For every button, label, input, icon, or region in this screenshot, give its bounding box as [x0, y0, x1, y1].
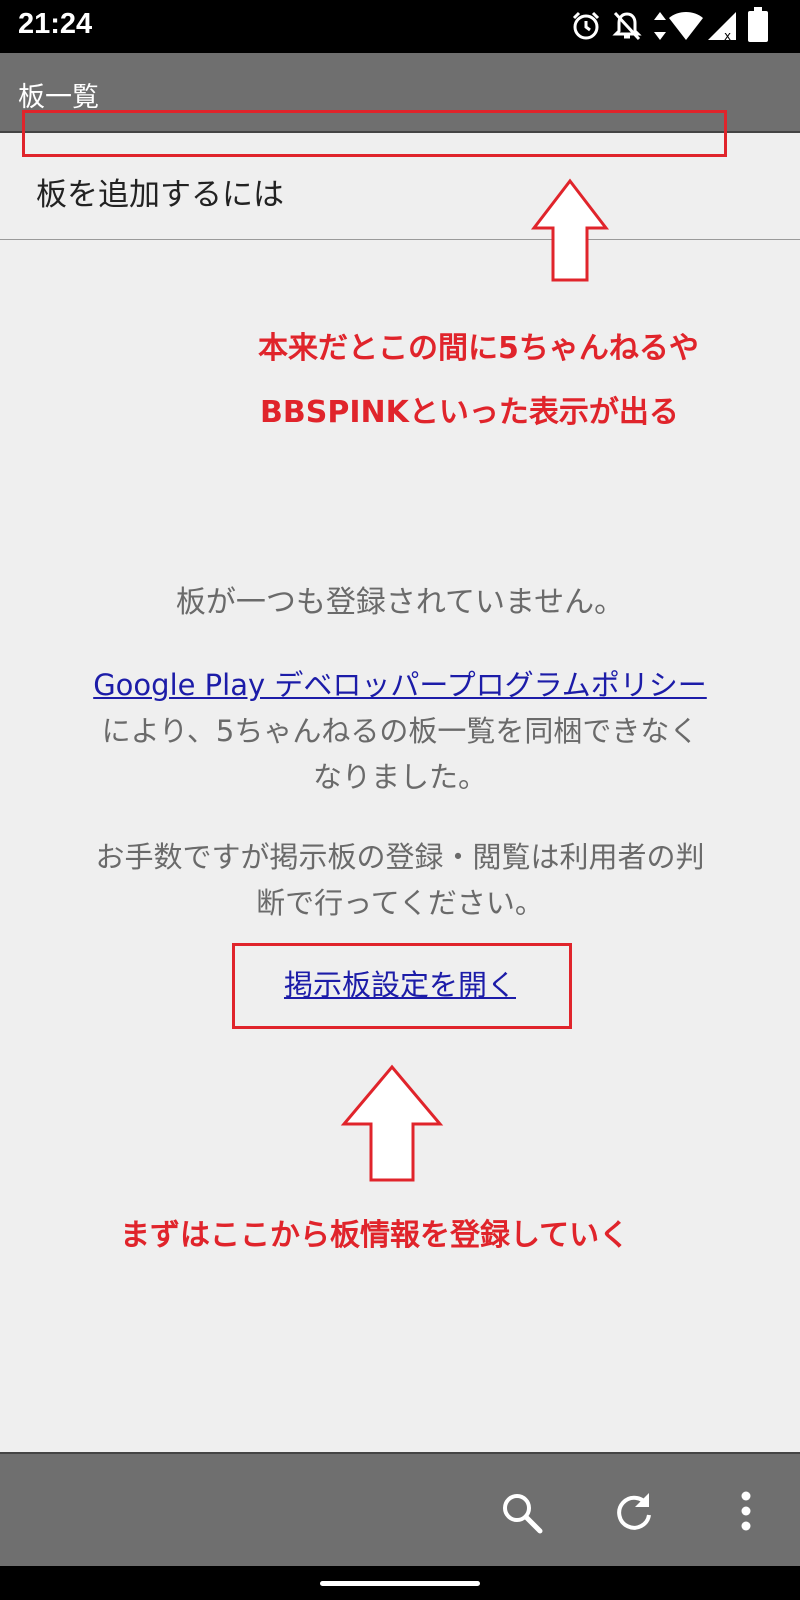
bottom-toolbar [0, 1452, 800, 1568]
status-bar: 21:24 x [0, 0, 800, 53]
policy-text-line2: なりました。 [312, 760, 487, 794]
battery-icon [748, 7, 768, 42]
annotation-up-arrow-bottom [340, 1064, 444, 1182]
clock: 21:24 [18, 8, 93, 40]
annotation-highlight-box-top [22, 110, 727, 157]
notice-text-line1: お手数ですが掲示板の登録・閲覧は利用者の判 [95, 840, 705, 874]
wifi-icon [669, 12, 703, 40]
refresh-icon[interactable] [612, 1489, 656, 1533]
svg-text:x: x [724, 29, 731, 42]
system-nav-bar [0, 1566, 800, 1600]
add-board-label: 板を追加するには [36, 177, 284, 213]
cell-signal-icon: x [708, 12, 736, 42]
open-board-settings-link[interactable]: 掲示板設定を開く [284, 968, 516, 1002]
empty-state-heading: 板が一つも登録されていません。 [175, 585, 625, 620]
data-arrows-icon [654, 12, 666, 40]
policy-link[interactable]: Google Play デベロッパープログラムポリシー [93, 668, 707, 702]
notifications-off-icon [612, 11, 642, 41]
annotation-note-line1: 本来だとこの間に5ちゃんねるや [258, 331, 699, 366]
search-icon[interactable] [500, 1491, 544, 1535]
policy-text-line1: により、5ちゃんねるの板一覧を同梱できなく [101, 714, 699, 748]
more-vert-icon[interactable] [732, 1489, 760, 1533]
notice-text-line2: 断で行ってください。 [256, 886, 544, 920]
alarm-icon [572, 11, 600, 40]
gesture-handle[interactable] [320, 1581, 480, 1586]
page-title: 板一覧 [18, 82, 99, 113]
annotation-bottom-note: まずはここから板情報を登録していく [120, 1218, 630, 1253]
annotation-note-line2: BBSPINKといった表示が出る [260, 395, 679, 430]
annotation-up-arrow-top [530, 178, 610, 282]
